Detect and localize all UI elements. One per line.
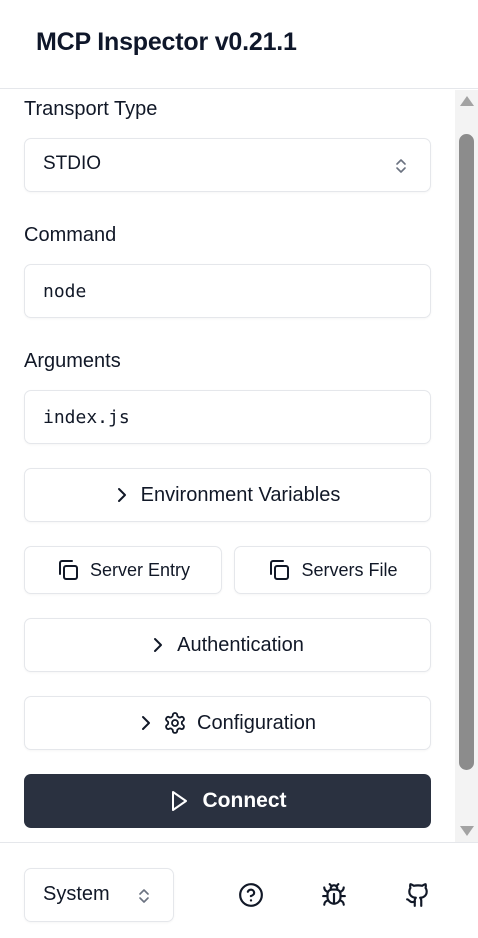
- chevrons-up-down-icon: [139, 889, 149, 903]
- theme-select[interactable]: System: [24, 868, 174, 922]
- command-input[interactable]: node: [24, 264, 431, 318]
- configuration-label: Configuration: [197, 711, 316, 734]
- github-button[interactable]: [404, 881, 432, 909]
- connect-label: Connect: [202, 789, 287, 812]
- authentication-button[interactable]: Authentication: [24, 618, 431, 672]
- chevron-right-icon: [154, 638, 163, 652]
- scrollbar-thumb[interactable]: [459, 134, 474, 770]
- scroll-down-arrow-icon[interactable]: [460, 826, 474, 836]
- chevrons-up-down-icon: [396, 159, 406, 173]
- theme-value: System: [43, 883, 110, 905]
- arguments-label: Arguments: [24, 350, 121, 372]
- help-button[interactable]: [237, 881, 265, 909]
- bug-icon: [322, 883, 346, 906]
- play-icon: [171, 791, 187, 811]
- transport-type-value: STDIO: [43, 153, 102, 174]
- command-label: Command: [24, 224, 117, 246]
- connect-button[interactable]: Connect: [24, 774, 431, 828]
- arguments-value: index.js: [43, 407, 130, 428]
- copy-servers-file-button[interactable]: Servers File: [234, 546, 431, 594]
- command-value: node: [43, 281, 87, 302]
- authentication-label: Authentication: [177, 633, 304, 656]
- connection-panel: Transport Type STDIO Command node Argume…: [0, 90, 478, 842]
- transport-type-label: Transport Type: [24, 98, 158, 120]
- environment-variables-label: Environment Variables: [140, 483, 341, 506]
- github-icon: [406, 883, 428, 907]
- debug-button[interactable]: [320, 881, 348, 909]
- copy-icon: [58, 560, 78, 580]
- arguments-input[interactable]: index.js: [24, 390, 431, 444]
- chevron-right-icon: [117, 488, 126, 502]
- servers-file-label: Servers File: [301, 559, 398, 580]
- chevron-right-icon: [142, 716, 151, 730]
- footer: System: [0, 842, 478, 938]
- copy-icon: [270, 560, 290, 580]
- scrollbar[interactable]: [455, 90, 478, 842]
- configuration-button[interactable]: Configuration: [24, 696, 431, 750]
- server-entry-label: Server Entry: [89, 559, 191, 580]
- gear-icon: [165, 712, 185, 734]
- help-circle-icon: [239, 883, 263, 907]
- app-title: MCP Inspector v0.21.1: [36, 28, 297, 56]
- header: MCP Inspector v0.21.1: [0, 0, 478, 89]
- copy-server-entry-button[interactable]: Server Entry: [24, 546, 222, 594]
- transport-type-select[interactable]: STDIO: [24, 138, 431, 192]
- scroll-up-arrow-icon[interactable]: [460, 96, 474, 106]
- environment-variables-button[interactable]: Environment Variables: [24, 468, 431, 522]
